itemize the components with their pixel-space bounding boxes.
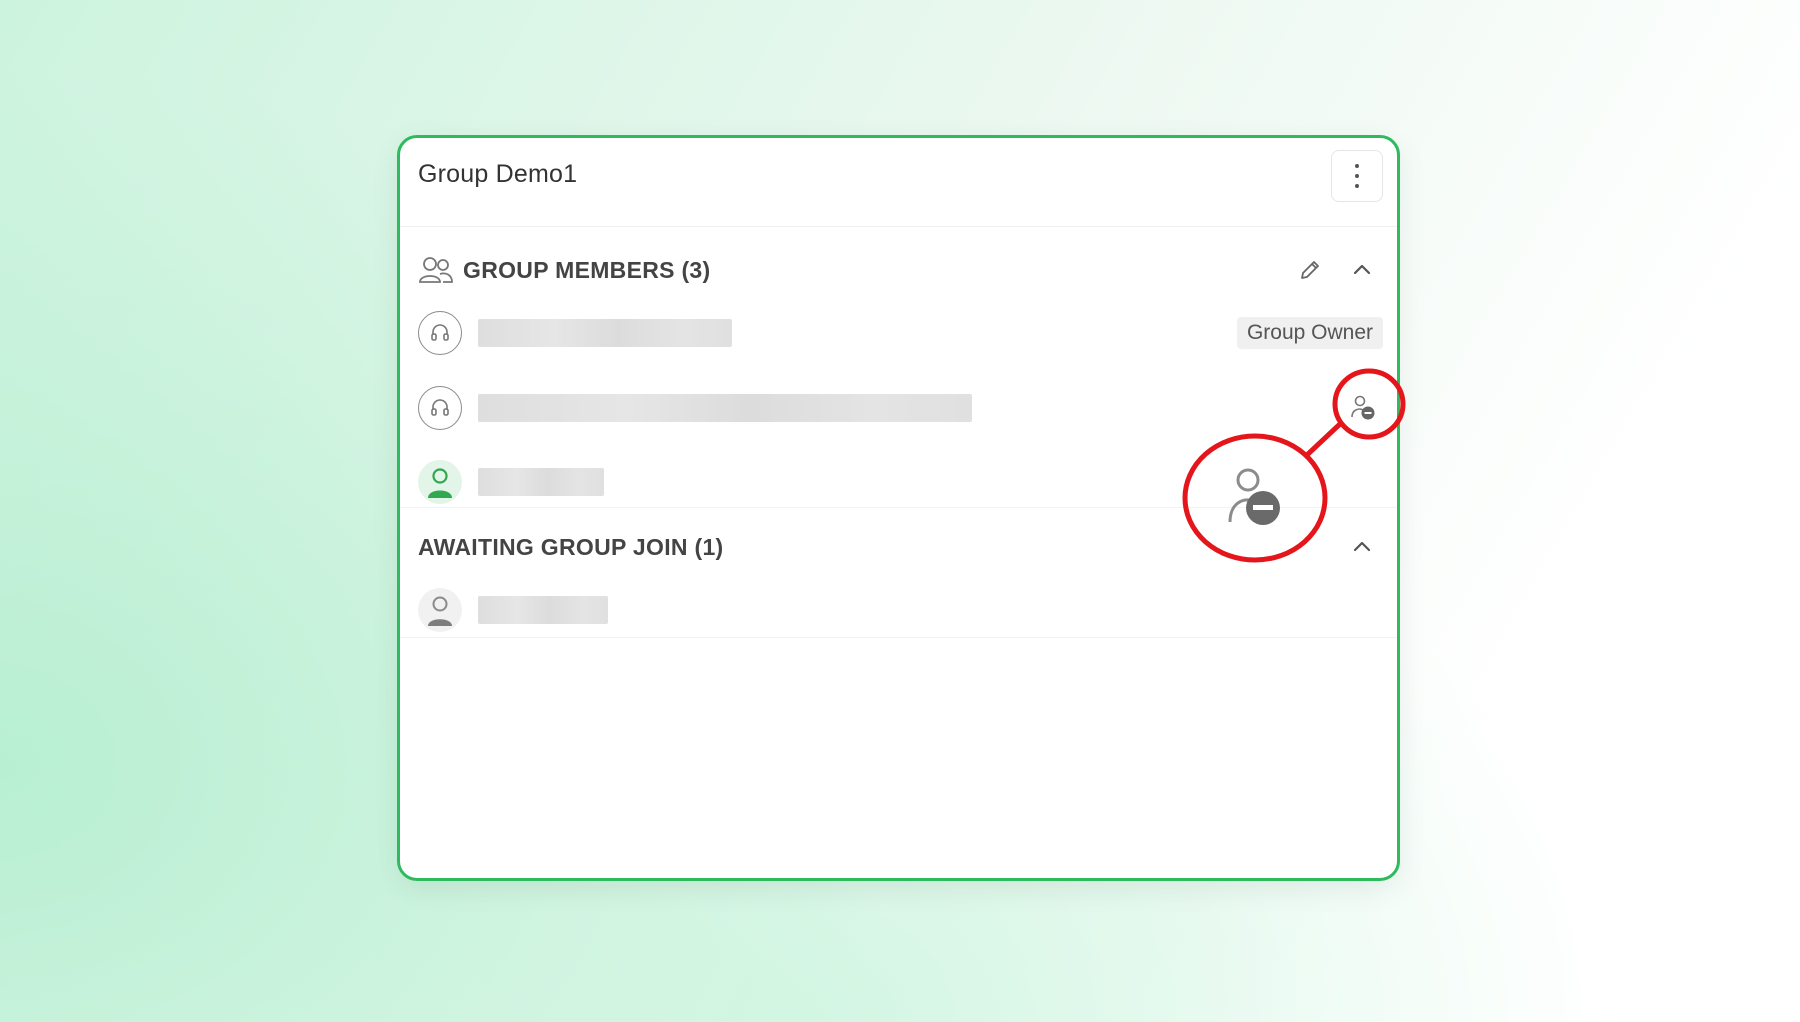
panel-header: Group Demo1 [400,138,1397,227]
member-row[interactable] [418,458,1383,506]
user-avatar [418,460,462,504]
section-divider [400,637,1397,638]
awaiting-join-header: AWAITING GROUP JOIN (1) [418,529,1377,565]
group-panel: Group Demo1 GROUP MEMBERS (3) Group Owne… [397,135,1400,881]
pending-member-row[interactable] [418,586,1383,634]
edit-members-button[interactable] [1295,255,1325,285]
group-owner-badge: Group Owner [1236,317,1383,349]
more-options-button[interactable] [1331,150,1383,202]
remove-member-icon [1351,395,1375,420]
remove-member-button[interactable] [1343,388,1383,428]
group-members-header: GROUP MEMBERS (3) [418,252,1377,288]
member-name-redacted [478,319,732,347]
member-name-redacted [478,394,972,422]
headset-icon [431,399,449,416]
users-icon [419,257,453,283]
chevron-up-icon [1353,264,1371,275]
agent-avatar [418,311,462,355]
member-row[interactable] [418,384,1383,432]
user-icon [428,468,452,498]
member-row[interactable]: Group Owner [418,309,1383,357]
agent-avatar [418,386,462,430]
group-members-label: GROUP MEMBERS (3) [463,256,711,283]
collapse-awaiting-button[interactable] [1347,532,1377,562]
chevron-up-icon [1353,541,1371,552]
member-name-redacted [478,596,608,624]
more-vertical-icon [1355,164,1359,168]
group-title: Group Demo1 [418,160,578,188]
awaiting-join-label: AWAITING GROUP JOIN (1) [418,533,724,560]
user-avatar [418,588,462,632]
section-divider [400,507,1397,508]
collapse-members-button[interactable] [1347,255,1377,285]
pencil-icon [1301,261,1319,279]
member-name-redacted [478,468,604,496]
user-icon [428,596,452,626]
headset-icon [431,324,449,341]
